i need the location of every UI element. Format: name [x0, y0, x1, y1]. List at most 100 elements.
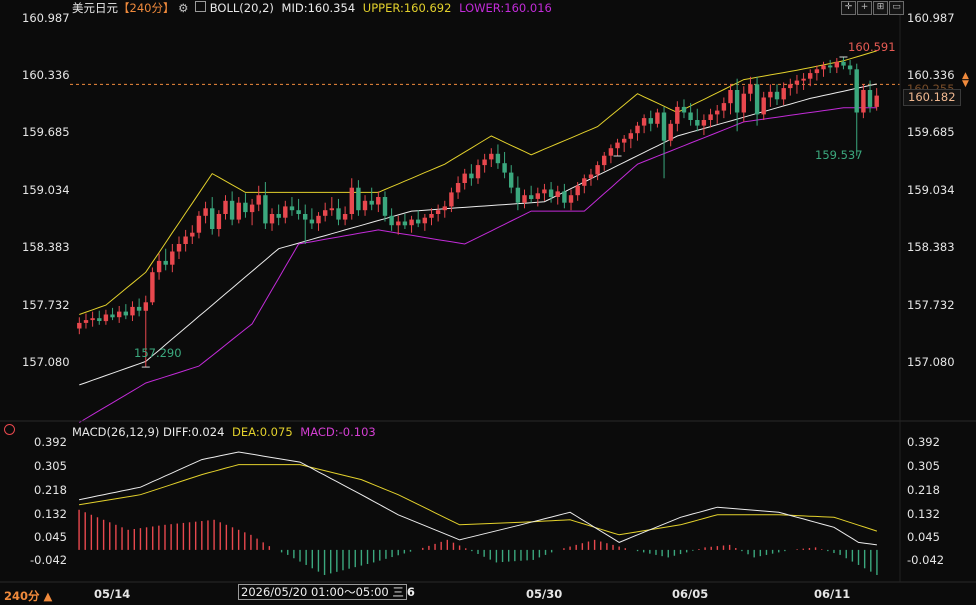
candle-body — [356, 187, 361, 211]
candle-body — [123, 311, 128, 316]
macd-diff-line — [79, 451, 877, 546]
candle-body — [774, 91, 780, 100]
price-axis-right-3: 159.685 — [907, 125, 955, 139]
candle-body — [701, 120, 707, 126]
candle-body — [874, 95, 879, 107]
macd-axis-left-4: 0.132 — [34, 507, 67, 521]
candle-body — [409, 219, 414, 226]
scroll-up-icon[interactable]: ▲ ▼ — [962, 72, 969, 89]
candle-body — [715, 110, 720, 115]
candle-body — [190, 232, 195, 237]
candle-body — [482, 159, 487, 166]
candle-body — [748, 84, 753, 94]
price-axis-left-1: 160.987 — [22, 11, 70, 25]
time-label-3: 06/05 — [672, 587, 709, 601]
period-label: 【240分】 — [118, 1, 175, 15]
candle-body — [475, 165, 481, 179]
zoom-icon[interactable]: ✛ — [841, 1, 856, 15]
candle-body — [635, 125, 640, 134]
candle-body — [462, 173, 467, 183]
candle-body — [515, 187, 521, 203]
candle-body — [741, 93, 746, 113]
candle-body — [130, 306, 135, 316]
candle-body — [841, 61, 846, 66]
macd-axis-right-6: -0.042 — [907, 553, 945, 567]
candle-body — [156, 260, 162, 273]
candle-body — [449, 192, 454, 207]
candle-body — [622, 138, 627, 143]
price-chart[interactable] — [0, 0, 976, 605]
candle-body — [349, 187, 354, 214]
chart-stage: 美元日元【240分】 ⚙ BOLL(20,2) MID:160.354 UPPE… — [0, 0, 976, 605]
candle-body — [801, 78, 806, 81]
candle-body — [781, 88, 786, 100]
boll-upper: UPPER:160.692 — [362, 1, 452, 15]
settings-icon[interactable]: ⚙ — [178, 1, 188, 15]
candle-body — [276, 214, 281, 218]
candle-body — [402, 221, 408, 226]
candle-body — [495, 153, 501, 164]
candle-body — [602, 155, 607, 166]
candle-body — [269, 214, 275, 224]
low-price-label-left: 157.290 — [134, 346, 182, 360]
candle-body — [256, 195, 261, 205]
candle-body — [728, 90, 733, 104]
candle-body — [170, 251, 175, 265]
macd-axis-left-3: 0.218 — [34, 483, 67, 497]
candle-body — [396, 221, 401, 226]
candle-body — [675, 106, 680, 124]
candle-body — [236, 202, 241, 220]
candle-body — [548, 189, 554, 197]
candle-body — [210, 208, 215, 229]
candle-body — [828, 65, 833, 68]
candle-body — [143, 302, 148, 311]
crosshair-time-suffix: 6 — [406, 585, 415, 599]
candle-body — [243, 202, 248, 213]
period-button[interactable]: 240分 ▲ — [4, 588, 52, 604]
macd-axis-left-1: 0.392 — [34, 435, 67, 449]
window-icon[interactable]: ▭ — [889, 1, 904, 15]
candle-body — [110, 314, 115, 318]
candle-body — [615, 142, 620, 149]
candle-body — [568, 195, 574, 203]
candle-body — [263, 195, 268, 224]
add-icon[interactable]: + — [857, 1, 872, 15]
candle-body — [422, 217, 427, 224]
candle-body — [296, 210, 301, 214]
candle-body — [788, 84, 793, 89]
candle-body — [342, 214, 348, 220]
time-label-2: 05/30 — [526, 587, 563, 601]
macd-axis-left-2: 0.305 — [34, 459, 67, 473]
price-axis-left-7: 157.080 — [22, 355, 70, 369]
candle-body — [303, 214, 308, 220]
candle-body — [136, 306, 142, 311]
candle-body — [183, 236, 188, 244]
macd-dea-line — [79, 464, 878, 536]
candle-body — [362, 200, 368, 211]
price-axis-left-4: 159.034 — [22, 183, 70, 197]
candle-body — [309, 219, 315, 224]
candle-body — [535, 193, 540, 199]
macd-panel-icon[interactable] — [4, 424, 15, 435]
indicator-icon — [195, 1, 207, 12]
candle-body — [668, 123, 673, 141]
candle-body — [721, 103, 727, 111]
price-axis-right-7: 157.080 — [907, 355, 955, 369]
candle-body — [854, 69, 859, 113]
crosshair-time-label: 2026/05/20 01:00～05:00 三6 — [238, 584, 415, 600]
candle-body — [382, 197, 388, 216]
time-label-4: 06/11 — [814, 587, 851, 601]
macd-axis-right-4: 0.132 — [907, 507, 940, 521]
low-price-label: 159.537 — [815, 148, 863, 162]
split-icon[interactable]: ⊞ — [873, 1, 888, 15]
candle-body — [442, 206, 447, 211]
period-button-label: 240分 — [4, 589, 40, 603]
candle-body — [196, 215, 202, 233]
price-axis-right-4: 159.034 — [907, 183, 955, 197]
candle-body — [734, 90, 740, 113]
caret-up-icon: ▲ — [43, 589, 53, 603]
time-label-1: 05/14 — [94, 587, 131, 601]
candle-body — [83, 320, 89, 323]
candle-body — [695, 120, 700, 126]
candle-body — [323, 210, 328, 216]
